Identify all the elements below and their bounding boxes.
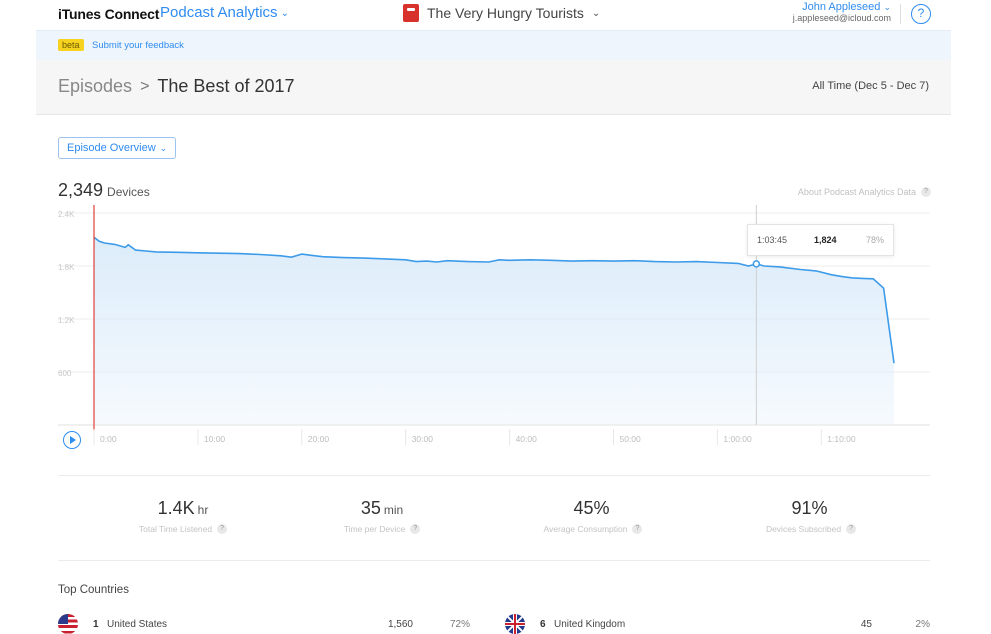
beta-banner: beta Submit your feedback: [36, 30, 951, 60]
country-devices: 45: [860, 619, 872, 630]
chart-area-fill: [94, 237, 894, 425]
tooltip-value: 1,824: [814, 235, 837, 245]
y-tick-label: 1.8K: [58, 263, 75, 272]
x-tick-label: 40:00: [516, 434, 538, 444]
tooltip-percent: 78%: [866, 235, 885, 245]
about-label: About Podcast Analytics Data: [797, 187, 916, 197]
country-name: United States: [107, 619, 168, 630]
stat-label: Time per Device: [343, 524, 406, 534]
date-range-selector[interactable]: All Time (Dec 5 - Dec 7): [812, 80, 929, 92]
breadcrumb: Episodes > The Best of 2017: [58, 76, 295, 97]
x-tick-label: 0:00: [100, 434, 117, 444]
podcast-name: The Very Hungry Tourists: [427, 5, 584, 21]
question-icon[interactable]: ?: [410, 524, 421, 534]
stat-devices-subscribed: 91% Devices Subscribed?: [711, 498, 911, 534]
device-count: 2,349 Devices: [58, 180, 150, 201]
country-rank: 1: [93, 619, 99, 630]
page-title: The Best of 2017: [157, 76, 295, 96]
country-row[interactable]: 1 United States 1,560 72%: [58, 614, 478, 634]
stat-time-per-device: 35 min Time per Device?: [282, 498, 482, 534]
chevron-down-icon: ⌄: [883, 2, 891, 12]
divider: [58, 560, 930, 561]
cursor-point: [752, 260, 761, 268]
x-tick-label: 30:00: [412, 434, 434, 444]
uk-flag-icon: [505, 614, 525, 634]
brand-title[interactable]: iTunes Connect: [58, 6, 159, 22]
y-tick-label: 2.4K: [58, 210, 75, 219]
question-icon: ?: [921, 187, 931, 197]
us-flag-icon: [58, 614, 78, 634]
question-icon[interactable]: ?: [846, 524, 857, 534]
app-switcher[interactable]: Podcast Analytics ⌄: [160, 4, 289, 21]
country-name: United Kingdom: [554, 619, 626, 630]
x-tick-label: 20:00: [308, 434, 330, 444]
country-percent: 72%: [449, 619, 470, 630]
divider: [900, 4, 901, 24]
podcast-artwork-icon: [403, 4, 419, 22]
feedback-link[interactable]: Submit your feedback: [92, 40, 184, 51]
stat-unit: hr: [197, 503, 209, 517]
help-icon[interactable]: ?: [911, 4, 931, 24]
chevron-down-icon: ⌄: [159, 143, 168, 153]
stat-label: Total Time Listened: [138, 524, 213, 534]
top-bar: iTunes Connect Podcast Analytics ⌄ The Ve…: [0, 0, 991, 30]
view-dropdown-label: Episode Overview: [67, 142, 156, 154]
country-row[interactable]: 6 United Kingdom 45 2%: [505, 614, 931, 634]
podcast-switcher[interactable]: The Very Hungry Tourists ⌄: [403, 4, 600, 22]
country-devices: 1,560: [387, 619, 413, 630]
stat-value: 1.4K: [157, 498, 195, 518]
user-menu[interactable]: John Appleseed ⌄ j.appleseed@icloud.com: [793, 1, 891, 23]
stat-value: 91%: [791, 498, 828, 518]
stat-average-consumption: 45% Average Consumption?: [493, 498, 693, 534]
y-tick-label: 1.2K: [58, 316, 75, 325]
beta-badge: beta: [58, 39, 84, 51]
stat-total-time: 1.4K hr Total Time Listened?: [83, 498, 283, 534]
stat-unit: min: [383, 503, 404, 517]
page-header: Episodes > The Best of 2017 All Time (De…: [36, 60, 951, 115]
x-tick-label: 10:00: [204, 434, 226, 444]
app-name: Podcast Analytics: [160, 4, 278, 21]
country-rank: 6: [540, 619, 546, 630]
user-name: John Appleseed: [802, 1, 881, 13]
about-analytics-link[interactable]: About Podcast Analytics Data?: [798, 187, 931, 197]
tooltip-time: 1:03:45: [757, 235, 788, 245]
y-tick-label: 600: [58, 369, 72, 378]
stat-value: 45%: [573, 498, 610, 518]
play-icon[interactable]: [63, 431, 81, 449]
stat-label: Average Consumption: [543, 524, 628, 534]
country-percent: 2%: [915, 619, 930, 630]
device-count-value: 2,349: [58, 180, 104, 200]
stat-label: Devices Subscribed: [765, 524, 842, 534]
user-email: j.appleseed@icloud.com: [792, 13, 891, 23]
view-dropdown[interactable]: Episode Overview ⌄: [58, 137, 177, 159]
chart-tooltip: 1:03:45 1,824 78%: [747, 224, 894, 256]
top-countries-title: Top Countries: [58, 584, 129, 596]
chevron-right-icon: >: [140, 77, 150, 95]
x-tick-label: 50:00: [619, 434, 641, 444]
divider: [58, 475, 930, 476]
chevron-down-icon: ⌄: [280, 7, 289, 19]
breadcrumb-episodes[interactable]: Episodes: [58, 76, 132, 97]
x-tick-label: 1:10:00: [827, 434, 856, 444]
x-tick-label: 1:00:00: [723, 434, 752, 444]
device-count-unit: Devices: [107, 185, 150, 199]
question-icon[interactable]: ?: [217, 524, 228, 534]
chevron-down-icon: ⌄: [591, 7, 601, 19]
stat-value: 35: [360, 498, 381, 518]
question-icon[interactable]: ?: [632, 524, 643, 534]
